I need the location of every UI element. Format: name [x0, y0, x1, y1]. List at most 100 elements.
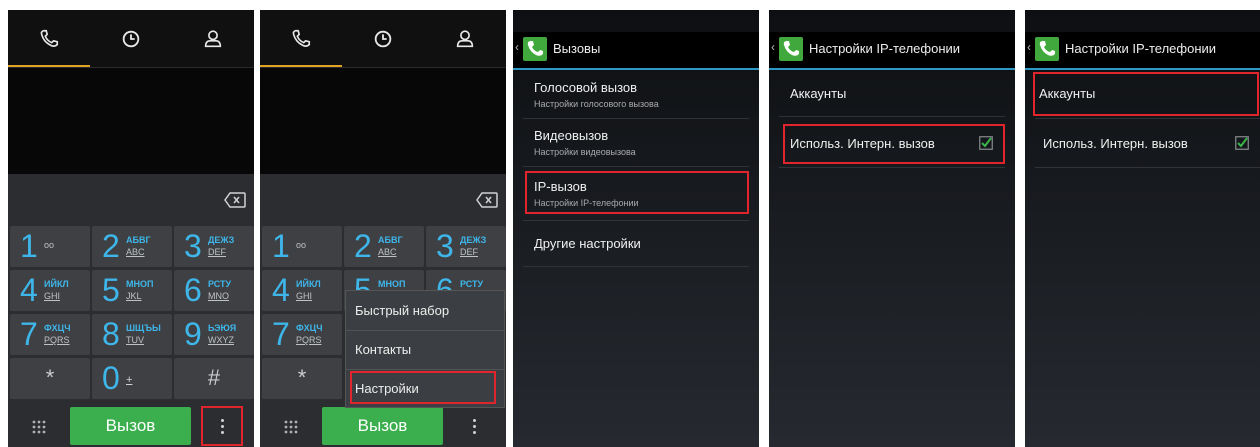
- phone-app-icon[interactable]: [1035, 37, 1059, 61]
- back-icon[interactable]: ‹: [1027, 40, 1031, 54]
- dialpad-toggle-button[interactable]: [24, 412, 54, 442]
- key-9[interactable]: 9 ЬЭЮЯ WXYZ: [174, 314, 254, 355]
- key-digit: 4: [272, 272, 290, 308]
- tab-phone[interactable]: [260, 28, 342, 68]
- key-1[interactable]: 1 oo: [10, 226, 90, 267]
- key-7[interactable]: 7 ФХЦЧ PQRS: [262, 314, 342, 355]
- key-2[interactable]: 2 АБВГ ABC: [92, 226, 172, 267]
- highlight-ip-call: [525, 171, 749, 214]
- key-8[interactable]: 8 ШЩЪЫ TUV: [92, 314, 172, 355]
- key-letters-en: GHI: [44, 291, 61, 301]
- key-3[interactable]: 3 ДЕЖЗ DEF: [174, 226, 254, 267]
- key-6[interactable]: 6 РСТУ MNO: [174, 270, 254, 311]
- list-divider: [1035, 167, 1260, 168]
- key-star[interactable]: *: [262, 358, 342, 399]
- highlight-settings: [350, 371, 496, 404]
- phone-app-icon[interactable]: [779, 37, 803, 61]
- keypad: 1 oo 2 АБВГ ABC 3 ДЕЖЗ DEF 4 ИЙКЛ GHI 5 МНОП JKL …: [8, 224, 254, 404]
- menu-item-speed-dial[interactable]: Быстрый набор: [346, 293, 504, 329]
- tab-phone[interactable]: [8, 28, 90, 68]
- item-subtitle: Настройки видеовызова: [534, 147, 636, 157]
- key-digit: 4: [20, 272, 38, 308]
- key-1[interactable]: 1 oo: [262, 226, 342, 267]
- key-letters-ru: ШЩЪЫ: [126, 323, 161, 333]
- tab-contacts[interactable]: [424, 28, 506, 68]
- key-letters-en: ABC: [126, 247, 145, 257]
- key-letters-ru: ЬЭЮЯ: [208, 323, 237, 333]
- overflow-popup-menu: Быстрый набор Контакты Настройки: [345, 290, 505, 408]
- call-button[interactable]: Вызов: [70, 407, 191, 445]
- item-title: Голосовой вызов: [534, 80, 638, 95]
- overflow-menu-icon: [472, 418, 476, 434]
- action-bar-divider: [513, 68, 759, 70]
- key-letters-en: PQRS: [44, 335, 70, 345]
- key-5[interactable]: 5 МНОП JKL: [92, 270, 172, 311]
- list-item-video-call[interactable]: Видеовызов Настройки видеовызова: [513, 128, 759, 158]
- key-letters-ru: ДЕЖЗ: [208, 235, 235, 245]
- dialpad-toggle-button[interactable]: [276, 412, 306, 442]
- key-4[interactable]: 4 ИЙКЛ GHI: [262, 270, 342, 311]
- key-3[interactable]: 3 ДЕЖЗ DEF: [426, 226, 506, 267]
- tab-contacts[interactable]: [172, 28, 254, 68]
- menu-item-contacts[interactable]: Контакты: [346, 332, 504, 368]
- page-title: Вызовы: [553, 41, 601, 56]
- key-letters-ru: ИЙКЛ: [44, 279, 69, 289]
- key-digit: 6: [184, 272, 202, 308]
- overflow-menu-button[interactable]: [456, 410, 492, 442]
- key-letters-en: TUV: [126, 335, 144, 345]
- key-digit: 7: [272, 316, 290, 352]
- highlight-use-internet-call: [783, 124, 1005, 164]
- use-internet-checkbox[interactable]: [1235, 136, 1249, 155]
- tab-recent[interactable]: [342, 28, 424, 68]
- tab-recent[interactable]: [90, 28, 172, 68]
- voicemail-icon: oo: [44, 240, 55, 250]
- key-digit: 9: [184, 316, 202, 352]
- key-letters-ru: МНОП: [126, 279, 154, 289]
- clock-icon: [374, 30, 392, 48]
- key-hash[interactable]: #: [174, 358, 254, 399]
- key-letters-en: ABC: [378, 247, 397, 257]
- menu-divider: [346, 369, 504, 370]
- list-item-other-settings[interactable]: Другие настройки: [513, 236, 759, 252]
- dialpad-icon: [284, 420, 298, 434]
- list-item-use-internet-call[interactable]: Использ. Интерн. вызов: [1025, 136, 1260, 152]
- number-display[interactable]: [260, 68, 506, 174]
- back-icon[interactable]: ‹: [515, 40, 519, 54]
- key-7[interactable]: 7 ФХЦЧ PQRS: [10, 314, 90, 355]
- list-item-voice-call[interactable]: Голосовой вызов Настройки голосового выз…: [513, 80, 759, 110]
- delete-button[interactable]: [224, 192, 246, 213]
- key-2[interactable]: 2 АБВГ ABC: [344, 226, 424, 267]
- phone-icon: [292, 29, 311, 47]
- key-letters-ru: ФХЦЧ: [44, 323, 71, 333]
- item-title: Другие настройки: [534, 236, 641, 251]
- phone-app-icon[interactable]: [523, 37, 547, 61]
- key-letters-ru: РСТУ: [460, 279, 484, 289]
- number-display[interactable]: [8, 68, 254, 174]
- key-letters-ru: РСТУ: [208, 279, 232, 289]
- back-icon[interactable]: ‹: [771, 40, 775, 54]
- ip-settings-screen: ‹ Настройки IP-телефонии Аккаунты Исполь…: [769, 10, 1015, 447]
- list-divider: [1035, 118, 1260, 119]
- voicemail-icon: oo: [296, 240, 307, 250]
- delete-button[interactable]: [476, 192, 498, 213]
- key-digit: 0: [102, 360, 120, 396]
- list-divider: [779, 116, 1005, 117]
- call-button[interactable]: Вызов: [322, 407, 443, 445]
- list-item-accounts[interactable]: Аккаунты: [769, 86, 1015, 102]
- dialer-bottom-bar: Вызов: [260, 404, 506, 447]
- key-0[interactable]: 0 +: [92, 358, 172, 399]
- menu-divider: [346, 330, 504, 331]
- key-star[interactable]: *: [10, 358, 90, 399]
- item-subtitle: Настройки голосового вызова: [534, 99, 659, 109]
- key-letters-ru: ИЙКЛ: [296, 279, 321, 289]
- item-title: Использ. Интерн. вызов: [1043, 136, 1188, 151]
- dialer-menu-screen: 1oo 2АБВГABC 3ДЕЖЗDEF 4ИЙКЛGHI 5МНОП 6РС…: [260, 10, 506, 447]
- delete-row: [8, 174, 254, 224]
- highlight-menu-button: [201, 406, 243, 446]
- backspace-icon: [476, 192, 498, 208]
- page-title: Настройки IP-телефонии: [809, 41, 961, 56]
- backspace-icon: [224, 192, 246, 208]
- settings-background: [513, 10, 759, 447]
- key-4[interactable]: 4 ИЙКЛ GHI: [10, 270, 90, 311]
- phone-icon: [527, 41, 543, 56]
